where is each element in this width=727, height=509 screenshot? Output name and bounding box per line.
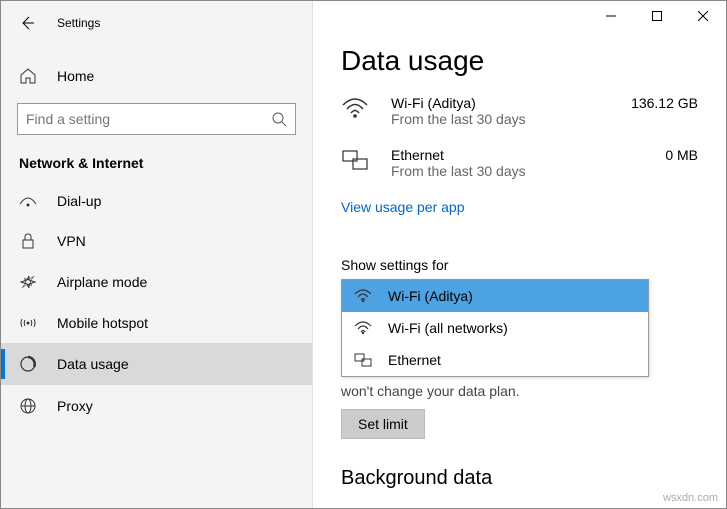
minimize-button[interactable] [588,1,634,31]
close-icon [698,11,708,21]
sidebar: Settings Home Network & Internet [1,1,313,508]
category-heading: Network & Internet [1,135,312,181]
nav-item-airplane-mode[interactable]: Airplane mode [1,261,312,303]
airplane-icon [19,273,39,291]
usage-row-wifi: Wi-Fi (Aditya) From the last 30 days 136… [341,95,698,127]
wifi-icon [354,289,376,303]
page-title: Data usage [341,45,698,77]
titlebar [313,1,726,33]
data-usage-icon [19,355,39,373]
usage-row-ethernet: Ethernet From the last 30 days 0 MB [341,147,698,179]
search-input[interactable] [17,103,296,135]
maximize-button[interactable] [634,1,680,31]
wifi-icon [354,321,376,335]
usage-sub: From the last 30 days [391,111,621,127]
dial-up-icon [19,194,39,208]
nav-item-dial-up[interactable]: Dial-up [1,181,312,221]
nav-item-mobile-hotspot[interactable]: Mobile hotspot [1,303,312,343]
dropdown-item-label: Wi-Fi (Aditya) [388,288,473,304]
wifi-icon [341,95,377,119]
usage-value: 0 MB [665,147,698,163]
nav-item-label: Mobile hotspot [57,315,148,331]
nav-list: Dial-up VPN Airplane mode Mobile hotspot [1,181,312,427]
background-data-heading: Background data [341,467,698,490]
usage-sub: From the last 30 days [391,163,655,179]
nav-item-label: Dial-up [57,193,101,209]
dropdown-item-label: Wi-Fi (all networks) [388,320,508,336]
nav-item-label: Airplane mode [57,274,147,290]
nav-item-proxy[interactable]: Proxy [1,385,312,427]
nav-item-vpn[interactable]: VPN [1,221,312,261]
nav-item-label: VPN [57,233,86,249]
ethernet-icon [354,353,376,367]
dropdown-item-label: Ethernet [388,352,441,368]
proxy-icon [19,397,39,415]
usage-name: Wi-Fi (Aditya) [391,95,621,111]
hotspot-icon [19,316,39,330]
nav-home-label: Home [57,68,94,84]
arrow-left-icon [19,15,35,31]
usage-name: Ethernet [391,147,655,163]
set-limit-button[interactable]: Set limit [341,409,425,439]
close-button[interactable] [680,1,726,31]
show-settings-label: Show settings for [341,257,698,273]
app-title: Settings [57,16,100,30]
dropdown-item-ethernet[interactable]: Ethernet [342,344,648,376]
dropdown-item-wifi-all[interactable]: Wi-Fi (all networks) [342,312,648,344]
watermark: wsxdn.com [663,492,718,504]
nav-item-label: Proxy [57,398,93,414]
dropdown-item-wifi-aditya[interactable]: Wi-Fi (Aditya) [342,280,648,312]
maximize-icon [652,11,662,21]
nav-item-label: Data usage [57,356,129,372]
usage-value: 136.12 GB [631,95,698,111]
home-icon [19,67,39,85]
nav-home[interactable]: Home [1,57,312,95]
vpn-icon [19,233,39,249]
view-usage-link[interactable]: View usage per app [341,199,465,215]
main-content: Data usage Wi-Fi (Aditya) From the last … [313,1,726,508]
nav-item-data-usage[interactable]: Data usage [1,343,312,385]
search-icon [271,111,287,127]
search-field[interactable] [26,111,271,127]
truncated-help-text: won't change your data plan. [341,383,698,399]
ethernet-icon [341,147,377,171]
minimize-icon [606,11,616,21]
back-button[interactable] [15,11,39,35]
show-settings-dropdown[interactable]: Wi-Fi (Aditya) Wi-Fi (all networks) Ethe… [341,279,649,377]
